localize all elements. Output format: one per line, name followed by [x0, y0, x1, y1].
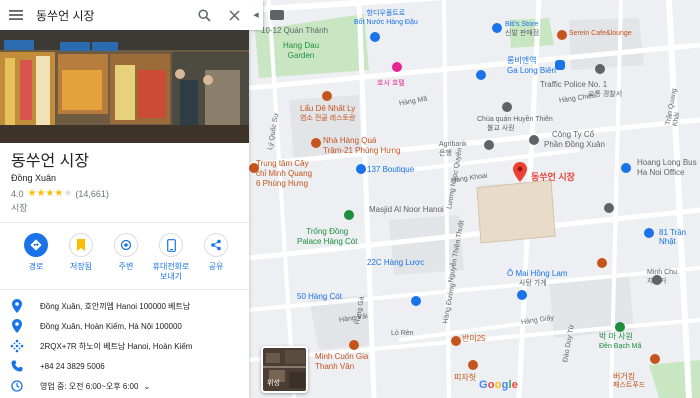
address-local-row[interactable]: Đồng Xuân, 호안끼엠 Hanoi 100000 베트남 [0, 296, 249, 316]
poi-pin-bac-ma[interactable] [615, 322, 625, 332]
poi-pin-nha-hang[interactable] [311, 138, 321, 148]
poi-pin-boutique[interactable] [356, 164, 366, 174]
location-pin-icon [12, 299, 22, 313]
satellite-toggle[interactable]: 위성 [261, 346, 308, 393]
maps-app: 10-12 Quán Thánh Hang Dau Garden 항디우풀트로 Bố… [0, 0, 700, 398]
close-icon [228, 9, 240, 21]
divider [0, 289, 249, 290]
place-panel: 동쑤언 시장 동쑤언 시장 Đồng Xuân 4.0 ★ ★ ★ ★ ★ (1… [0, 0, 249, 398]
place-details: Đồng Xuân, 호안끼엠 Hanoi 100000 베트남 Đồng Xu… [0, 296, 249, 396]
share-button[interactable]: 공유 [194, 233, 238, 272]
phone-row[interactable]: +84 24 3829 5006 [0, 356, 249, 376]
poi-pin-masjid[interactable] [344, 210, 354, 220]
phone-icon [11, 360, 23, 372]
review-count-link[interactable]: (14,661) [75, 188, 109, 200]
satellite-label: 위성 [267, 380, 280, 387]
poi-pin-minh-chu[interactable] [652, 275, 662, 285]
address-text: Đồng Xuân, Hoàn Kiếm, Hà Nội 100000 [40, 321, 182, 331]
share-label: 공유 [208, 262, 224, 271]
rating-row[interactable]: 4.0 ★ ★ ★ ★ ★ (14,661) [0, 184, 249, 200]
poi-pin-tran-nhat[interactable] [644, 228, 654, 238]
place-info: 동쑤언 시장 Đồng Xuân 4.0 ★ ★ ★ ★ ★ (14,661) … [0, 143, 249, 214]
poi-pin-serein[interactable] [557, 30, 567, 40]
hours-text: 영업 중: 오전 6:00~오후 6:00 [40, 381, 139, 391]
bookmark-icon [77, 239, 85, 251]
poi-pin-cuon-gia[interactable] [349, 340, 359, 350]
map-canvas[interactable]: 10-12 Quán Thánh Hang Dau Garden 항디우풀트로 Bố… [248, 0, 700, 398]
clear-button[interactable] [219, 0, 249, 30]
rating-value: 4.0 [11, 189, 24, 199]
place-category[interactable]: 시장 [0, 200, 249, 214]
plus-code-icon [10, 339, 24, 353]
poi-pin-lau-de[interactable] [322, 91, 332, 101]
place-title: 동쑤언 시장 [11, 153, 90, 170]
plus-code-text: 2RQX+7R 하노이 베트남 Hanoi, Hoàn Kiếm [40, 341, 193, 351]
market-photo [0, 30, 249, 143]
search-bar[interactable]: 동쑤언 시장 [0, 0, 249, 30]
phone-send-icon [166, 238, 176, 252]
collapse-panel-button[interactable]: ◀ [249, 0, 263, 30]
search-button[interactable] [189, 0, 219, 30]
action-bar: 경로 저장됨 주변 휴대전화로 보내기 공유 [14, 233, 239, 283]
menu-button[interactable] [0, 0, 32, 30]
nearby-label: 주변 [118, 262, 134, 271]
star-empty-icon: ★ [63, 188, 73, 199]
marker-pin-icon [513, 162, 527, 182]
star-icon: ★ [54, 188, 64, 199]
poi-pin-shop-3[interactable] [411, 296, 421, 306]
place-subtitle: Đồng Xuân [11, 173, 57, 183]
location-pin-icon [12, 319, 22, 333]
chevron-down-icon[interactable]: ⌄ [143, 382, 150, 391]
directions-icon [30, 239, 42, 251]
nearby-button[interactable]: 주변 [104, 233, 148, 272]
save-label: 저장됨 [69, 262, 93, 271]
menu-icon [9, 10, 23, 20]
poi-pin-chua[interactable] [502, 102, 512, 112]
divider [0, 222, 249, 223]
google-logo: Google [479, 379, 519, 391]
poi-pin-agribank[interactable] [484, 140, 494, 150]
poi-pin-hoang-long[interactable] [621, 163, 631, 173]
save-button[interactable]: 저장됨 [59, 233, 103, 272]
poi-pin-bot-nuoc[interactable] [370, 32, 380, 42]
address-local-text: Đồng Xuân, 호안끼엠 Hanoi 100000 베트남 [40, 301, 191, 311]
poi-pin-trung-tam[interactable] [249, 163, 259, 173]
address-row[interactable]: Đồng Xuân, Hoàn Kiếm, Hà Nội 100000 [0, 316, 249, 336]
plus-code-row[interactable]: 2RQX+7R 하노이 베트남 Hanoi, Hoàn Kiếm [0, 336, 249, 356]
poi-pin-restaurant[interactable] [597, 258, 607, 268]
share-icon [211, 239, 221, 251]
poi-pin-shop-2[interactable] [604, 203, 614, 213]
poi-pin-burger[interactable] [650, 354, 660, 364]
place-photo[interactable] [0, 30, 249, 143]
send-to-phone-label: 휴대전화로 보내기 [152, 262, 190, 281]
poi-pin-pizza[interactable] [468, 360, 478, 370]
directions-label: 경로 [28, 262, 44, 271]
place-marker[interactable] [513, 162, 527, 187]
poi-pin-long-bien[interactable] [555, 60, 565, 70]
star-icon: ★ [45, 188, 55, 199]
map-pins [249, 0, 700, 398]
search-icon [197, 8, 211, 22]
hours-row[interactable]: 영업 중: 오전 6:00~오후 6:00 ⌄ [0, 376, 249, 396]
nearby-icon [120, 239, 132, 251]
send-to-phone-button[interactable]: 휴대전화로 보내기 [149, 233, 193, 282]
star-icon: ★ [27, 188, 37, 199]
star-icon: ★ [36, 188, 46, 199]
poi-pin-cong-ty[interactable] [529, 135, 539, 145]
poi-pin-traffic-police[interactable] [595, 64, 605, 74]
place-marker-label: 동쑤언 시장 [531, 172, 575, 182]
poi-pin-o-mai[interactable] [517, 290, 527, 300]
poi-pin-hotel[interactable] [392, 62, 402, 72]
clock-icon [11, 380, 23, 392]
search-input[interactable]: 동쑤언 시장 [32, 7, 189, 24]
poi-pin-bitis[interactable] [492, 23, 502, 33]
keyboard-icon[interactable] [270, 10, 284, 20]
poi-pin-shop[interactable] [476, 70, 486, 80]
directions-button[interactable]: 경로 [14, 233, 58, 272]
phone-text: +84 24 3829 5006 [40, 361, 105, 371]
poi-pin-banmi[interactable] [451, 336, 461, 346]
